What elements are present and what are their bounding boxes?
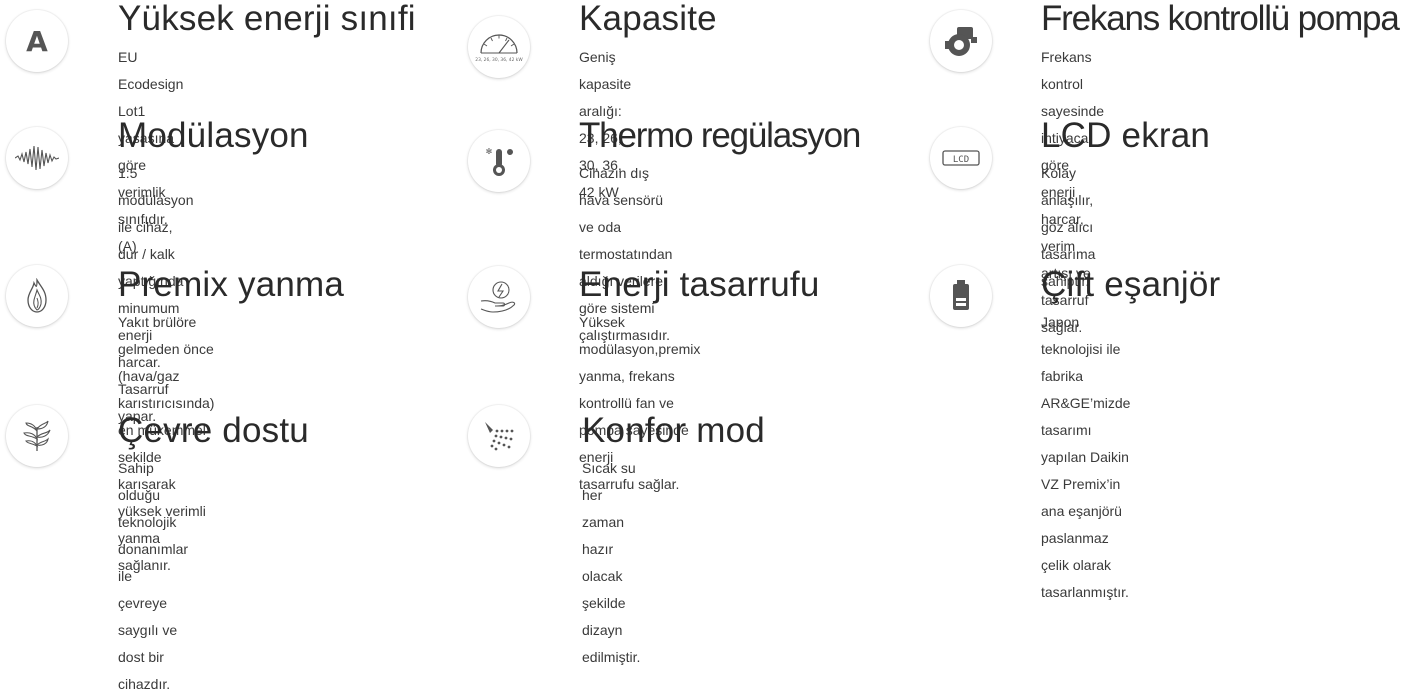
feature-title: Frekans kontrollü pompa <box>1041 0 1400 38</box>
feature-title: Çevre dostu <box>118 411 309 450</box>
svg-text:A: A <box>26 25 48 58</box>
thermometer-icon: ✻ <box>468 130 530 192</box>
plant-icon <box>6 405 68 467</box>
feature-title: Yüksek enerji sınıfi <box>118 0 416 38</box>
feature-title: Çift eşanjör <box>1041 265 1221 304</box>
feature-title: Kapasite <box>579 0 717 38</box>
gauge-icon: 23, 26, 30, 36, 42 kW <box>468 16 530 78</box>
feature-title: Modülasyon <box>118 116 309 155</box>
letter-a-icon: A <box>6 10 68 72</box>
feature-title: LCD ekran <box>1041 116 1211 155</box>
svg-text:✻: ✻ <box>486 147 493 156</box>
feature-title: Konfor mod <box>582 411 765 450</box>
waveform-icon <box>6 127 68 189</box>
shower-icon <box>468 405 530 467</box>
lcd-display-icon: LCD <box>930 127 992 189</box>
pump-icon <box>930 10 992 72</box>
feature-description: Sıcak su her zaman hazır olacak şekilde d… <box>582 460 641 665</box>
heat-exchanger-icon <box>930 265 992 327</box>
svg-text:LCD: LCD <box>953 155 969 165</box>
hand-energy-icon <box>468 266 530 328</box>
feature-description: Japon teknolojisi ile fabrika AR&GE’mizd… <box>1041 314 1131 600</box>
svg-text:23, 26, 30, 36, 42 kW: 23, 26, 30, 36, 42 kW <box>475 57 523 63</box>
flame-icon <box>6 265 68 327</box>
feature-title: Premix yanma <box>118 265 345 304</box>
feature-description: Sahip olduğu teknolojik donanımlar ile çe… <box>118 460 189 692</box>
feature-title: Thermo regülasyon <box>579 116 861 155</box>
feature-title: Enerji tasarrufu <box>579 265 820 304</box>
